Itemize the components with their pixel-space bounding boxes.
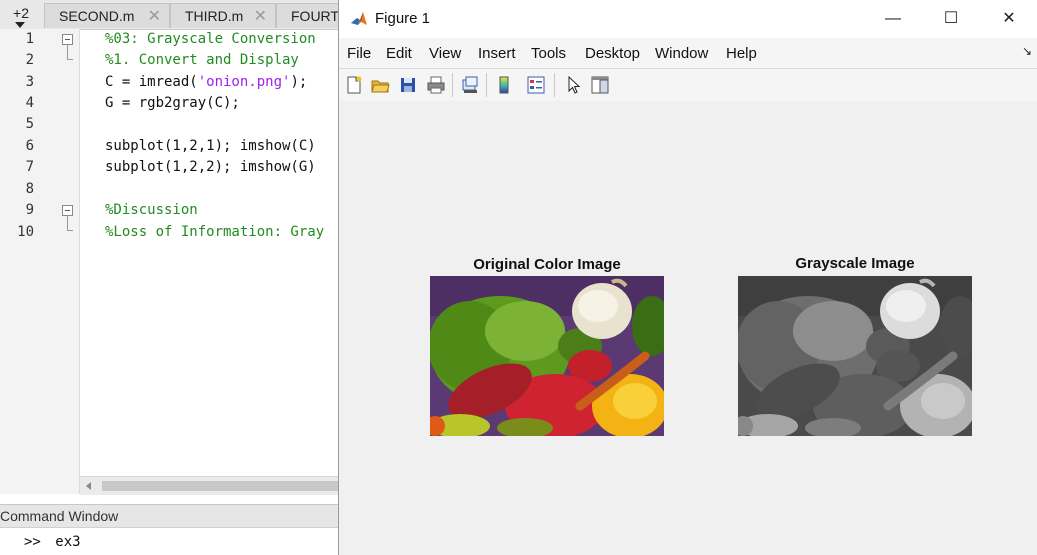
close-button[interactable]: ✕ [980,0,1037,38]
menu-desktop[interactable]: Desktop [585,45,640,62]
matlab-editor: +2 SECOND.m ✕ THIRD.m ✕ FOURTH 1 2 3 4 5… [0,0,349,555]
code-line[interactable]: %1. Convert and Display [105,52,299,68]
line-number: 8 [25,181,34,197]
code-line[interactable]: %03: Grayscale Conversion [105,31,316,47]
new-figure-icon[interactable] [344,75,364,95]
scrollbar-thumb[interactable] [102,481,340,491]
line-number: 9 [25,202,34,218]
horizontal-scrollbar[interactable] [80,476,340,495]
command-text: ex3 [55,534,81,550]
code-line[interactable]: subplot(1,2,2); imshow(G) [105,159,316,175]
minimize-button[interactable]: — [864,0,922,38]
fold-end [67,59,73,60]
subplot-title-grayscale: Grayscale Image [795,255,915,272]
tab-label: THIRD.m [185,8,244,24]
menu-window[interactable]: Window [655,45,708,62]
menu-tools[interactable]: Tools [531,45,566,62]
fold-toggle-icon[interactable] [62,205,73,216]
code-line[interactable]: C = imread('onion.png'); [105,74,307,90]
tab-third[interactable]: THIRD.m ✕ [170,3,276,28]
property-inspector-icon[interactable] [590,75,610,95]
line-number-gutter: 1 2 3 4 5 6 7 8 9 10 [0,29,80,494]
code-text: C = imread( [105,74,198,90]
toolbar-separator [486,73,487,97]
more-tabs-button[interactable]: +2 [4,4,38,28]
code-string: 'onion.png' [197,74,291,90]
code-line[interactable]: subplot(1,2,1); imshow(C) [105,138,316,154]
insert-legend-icon[interactable] [526,75,546,95]
title-bar[interactable]: Figure 1 — ☐ ✕ [339,0,1037,38]
code-line[interactable]: G = rgb2gray(C); [105,95,240,111]
menu-insert[interactable]: Insert [478,45,516,62]
fold-toggle-icon[interactable] [62,34,73,45]
window-title: Figure 1 [375,10,431,27]
more-tabs-label: +2 [13,5,29,21]
toolbar-separator [452,73,453,97]
line-number: 5 [25,116,34,132]
save-icon[interactable] [398,75,418,95]
open-file-icon[interactable] [370,75,390,95]
print-icon[interactable] [426,75,446,95]
link-plot-icon[interactable] [460,75,480,95]
menu-bar: File Edit View Insert Tools Desktop Wind… [339,38,1037,68]
menu-help[interactable]: Help [726,45,757,62]
close-tab-icon[interactable]: ✕ [148,4,161,29]
code-text: ); [290,74,308,90]
menu-edit[interactable]: Edit [386,45,412,62]
command-window: Command Window >> ex3 [0,504,340,555]
dock-arrow-icon[interactable]: ↘ [1022,44,1032,58]
matlab-logo-icon [349,9,369,29]
chevron-down-icon [15,22,25,28]
maximize-button[interactable]: ☐ [922,0,980,38]
line-number: 2 [25,52,34,68]
figure-window: Figure 1 — ☐ ✕ File Edit View Insert Too… [338,0,1037,555]
original-color-image [430,276,664,436]
close-tab-icon[interactable]: ✕ [254,4,267,29]
fold-line [67,45,68,59]
line-number: 7 [25,159,34,175]
scroll-left-icon[interactable] [86,482,91,490]
fold-line [67,216,68,230]
tab-fourth[interactable]: FOURTH [276,3,349,28]
grayscale-image [738,276,972,436]
line-number: 3 [25,74,34,90]
figure-toolbar [339,68,1037,102]
menu-file[interactable]: File [347,45,371,62]
code-line[interactable]: %Discussion [105,202,198,218]
line-number: 10 [17,224,34,240]
menu-view[interactable]: View [429,45,461,62]
tab-label: SECOND.m [59,8,135,24]
line-number: 6 [25,138,34,154]
command-input[interactable]: >> ex3 [24,534,81,550]
fold-end [67,230,73,231]
line-number: 4 [25,95,34,111]
figure-canvas: Original Color Image Grayscale Image [339,101,1037,555]
command-prompt: >> [24,534,41,550]
editor-tab-bar: +2 SECOND.m ✕ THIRD.m ✕ FOURTH [0,0,349,30]
line-number: 1 [25,31,34,47]
pointer-icon[interactable] [564,75,584,95]
toolbar-separator [554,73,555,97]
command-window-title: Command Window [0,504,340,528]
insert-colorbar-icon[interactable] [494,75,514,95]
subplot-title-original: Original Color Image [473,256,621,273]
tab-second[interactable]: SECOND.m ✕ [44,3,170,28]
code-line[interactable]: %Loss of Information: Gray [105,224,324,240]
